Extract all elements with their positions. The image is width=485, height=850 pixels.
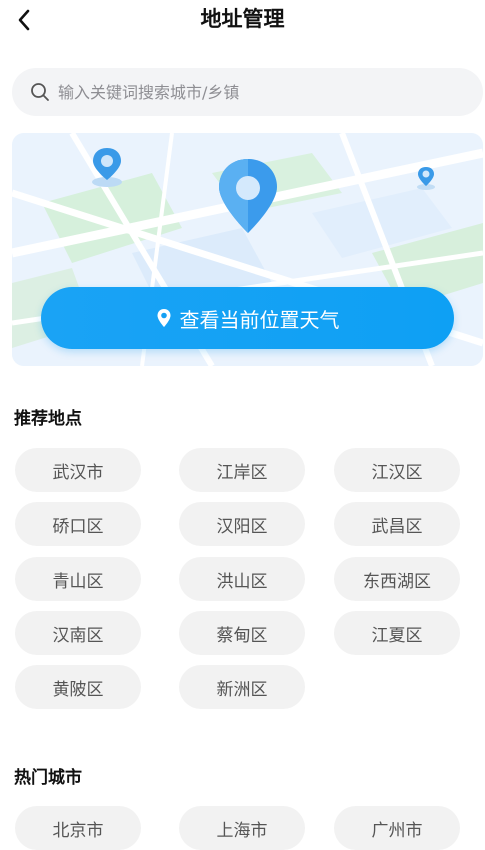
- hot-city-chip[interactable]: 上海市: [179, 806, 305, 850]
- hot-city-chip[interactable]: 广州市: [334, 806, 460, 850]
- recommended-chip[interactable]: 蔡甸区: [179, 611, 305, 655]
- map-pin-icon: [92, 148, 122, 187]
- recommended-chip[interactable]: 汉阳区: [179, 502, 305, 546]
- hot-city-chip[interactable]: 北京市: [15, 806, 141, 850]
- recommended-chip[interactable]: 武汉市: [15, 448, 141, 492]
- recommended-chip[interactable]: 江夏区: [334, 611, 460, 655]
- recommended-title: 推荐地点: [14, 409, 82, 429]
- recommended-chip[interactable]: 汉南区: [15, 611, 141, 655]
- recommended-chip[interactable]: 黄陂区: [15, 665, 141, 709]
- recommended-chip[interactable]: 硚口区: [15, 502, 141, 546]
- locate-button-label: 查看当前位置天气: [179, 307, 340, 332]
- recommended-chip[interactable]: 江汉区: [334, 448, 460, 492]
- view-current-location-weather-button[interactable]: 查看当前位置天气: [41, 287, 454, 349]
- map-pin-small-icon: [417, 167, 435, 190]
- search-input[interactable]: [58, 82, 438, 102]
- header: 地址管理: [0, 0, 485, 44]
- search-bar[interactable]: [12, 68, 483, 116]
- location-pin-icon: [157, 309, 170, 327]
- map-pin-large-icon: [219, 159, 277, 233]
- recommended-chip[interactable]: 新洲区: [179, 665, 305, 709]
- recommended-chip[interactable]: 洪山区: [179, 557, 305, 601]
- recommended-chip[interactable]: 东西湖区: [334, 557, 460, 601]
- recommended-chip[interactable]: 江岸区: [179, 448, 305, 492]
- hot-cities-title: 热门城市: [14, 768, 82, 788]
- page-title: 地址管理: [200, 7, 285, 31]
- recommended-chip[interactable]: 武昌区: [334, 502, 460, 546]
- recommended-chip[interactable]: 青山区: [15, 557, 141, 601]
- search-icon: [31, 83, 49, 101]
